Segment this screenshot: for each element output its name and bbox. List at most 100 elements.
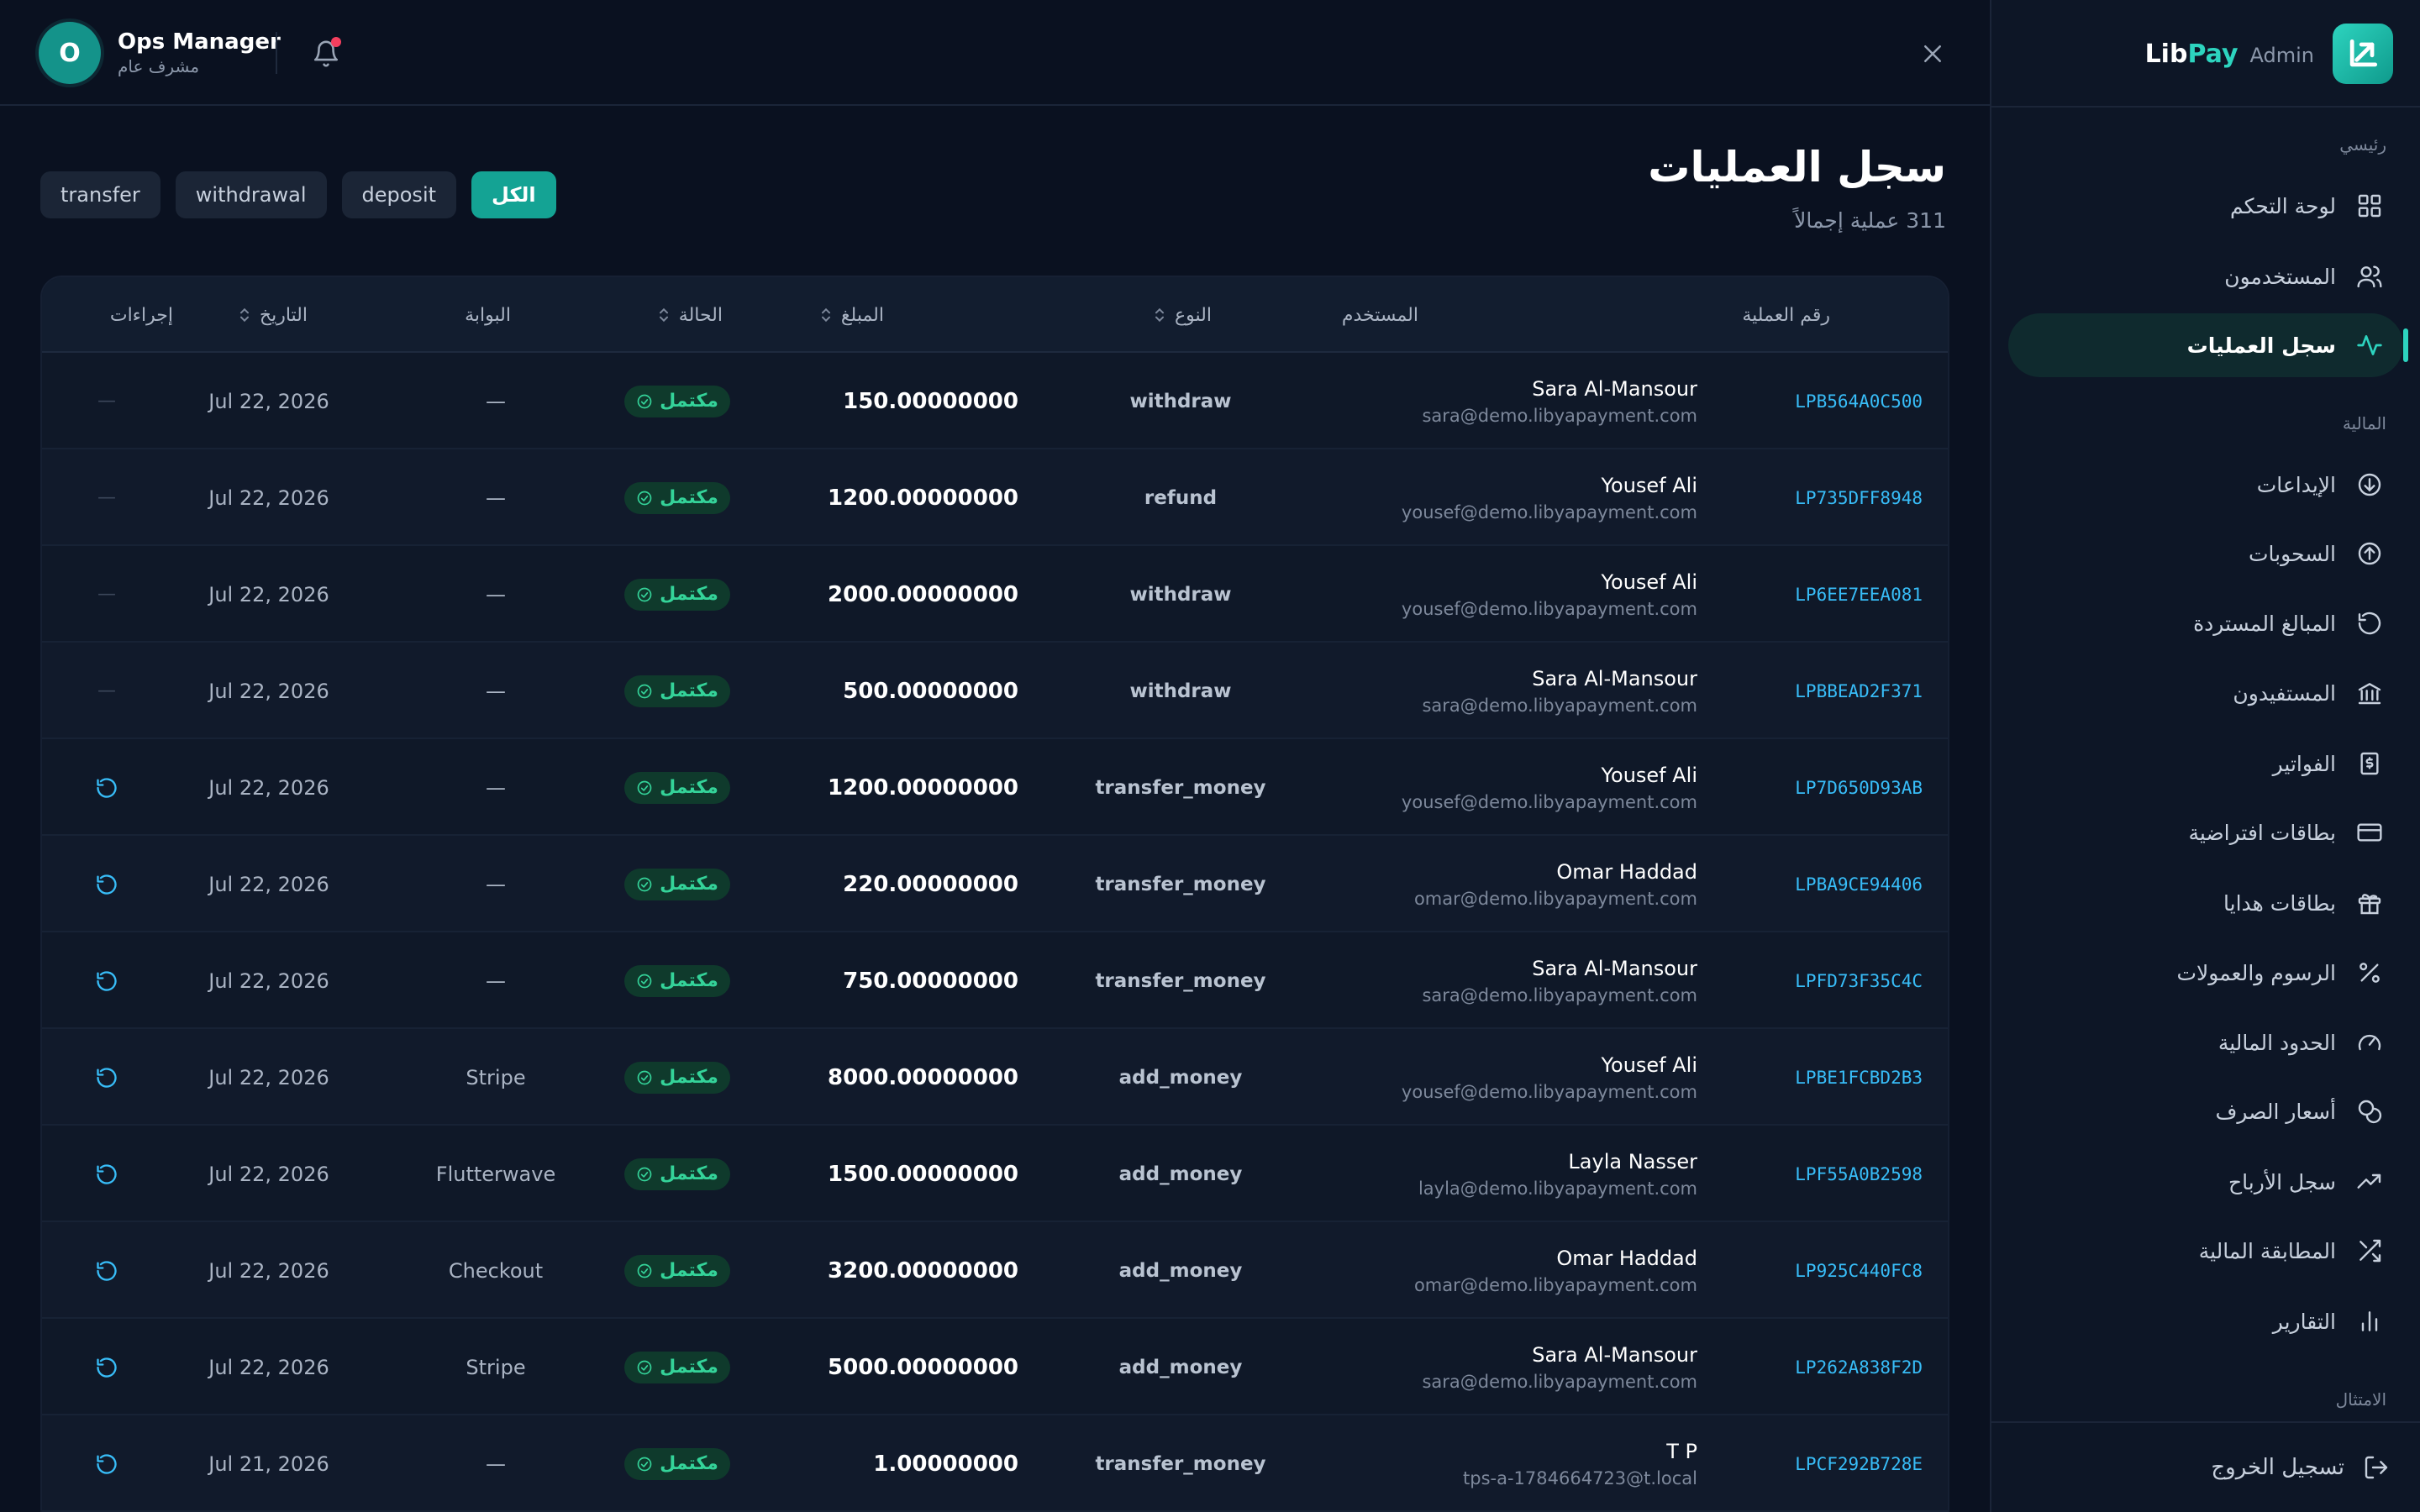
user-menu[interactable]: O Ops Manager مشرف عام [39, 22, 281, 84]
column-label: الحالة [678, 304, 723, 326]
transaction-id-link[interactable]: LPB564A0C500 [1795, 353, 1923, 449]
user-info: Ops Manager مشرف عام [118, 29, 281, 76]
bar-chart-icon [2354, 1306, 2385, 1336]
table-row[interactable]: LP925C440FC8 Omar Haddad omar@demo.libyapa… [42, 1222, 1948, 1319]
column-label: التاريخ [259, 304, 308, 326]
refresh-icon [95, 776, 118, 800]
table-row[interactable]: LPB564A0C500 Sara Al-Mansour sara@demo.lib… [42, 353, 1948, 449]
actions-cell: — [86, 353, 128, 449]
refund-button[interactable] [95, 1259, 118, 1283]
table-row[interactable]: LPBE1FCBD2B3 Yousef Ali yousef@demo.libyap… [42, 1029, 1948, 1126]
column-header-id: رقم العملية [1742, 277, 1830, 353]
table-row[interactable]: LPBBEAD2F371 Sara Al-Mansour sara@demo.lib… [42, 643, 1948, 739]
table-row[interactable]: LPFD73F35C4C Sara Al-Mansour sara@demo.lib… [42, 932, 1948, 1029]
sidebar-item-refunds[interactable]: المبالغ المستردة [2008, 591, 2403, 655]
transaction-id-link[interactable]: LP735DFF8948 [1795, 449, 1923, 546]
table-row[interactable]: LPF55A0B2598 Layla Nasser layla@demo.libya… [42, 1126, 1948, 1222]
transaction-id-link[interactable]: LPF55A0B2598 [1795, 1126, 1923, 1222]
refresh-icon [95, 1259, 118, 1283]
transaction-id-link[interactable]: LPBA9CE94406 [1795, 836, 1923, 932]
filter-deposit[interactable]: deposit [341, 171, 457, 218]
column-header-status[interactable]: الحالة [657, 277, 723, 353]
refund-button[interactable] [95, 969, 118, 993]
sidebar-item-gift-cards[interactable]: بطاقات هدايا [2008, 871, 2403, 935]
close-button[interactable] [1916, 37, 1949, 71]
refund-button[interactable] [95, 1356, 118, 1379]
status-badge: مكتمل [624, 1351, 730, 1383]
check-circle-icon [636, 876, 653, 893]
transaction-amount: 1200.00000000 [828, 774, 1018, 801]
action-empty: — [97, 391, 116, 412]
transaction-date: Jul 22, 2026 [208, 1258, 329, 1283]
table-row[interactable]: LP735DFF8948 Yousef Ali yousef@demo.libyap… [42, 449, 1948, 546]
sidebar-item-profits[interactable]: سجل الأرباح [2008, 1150, 2403, 1214]
transaction-amount: 3200.00000000 [828, 1257, 1018, 1284]
column-header-amount[interactable]: المبلغ [819, 277, 884, 353]
transaction-id-link[interactable]: LPFD73F35C4C [1795, 932, 1923, 1029]
user-email: yousef@demo.libyapayment.com [1401, 501, 1697, 522]
dashboard-icon [2354, 191, 2385, 221]
check-circle-icon [636, 683, 653, 700]
column-header-date[interactable]: التاريخ [238, 277, 308, 353]
sidebar-item-label: المستخدمون [2224, 264, 2336, 289]
sidebar-item-dashboard[interactable]: لوحة التحكم [2008, 174, 2403, 238]
table-row[interactable]: LP7D650D93AB Yousef Ali yousef@demo.libyap… [42, 739, 1948, 836]
sidebar-item-withdrawals[interactable]: السحوبات [2008, 522, 2403, 585]
table-row[interactable]: LP6EE7EEA081 Yousef Ali yousef@demo.libyap… [42, 546, 1948, 643]
sidebar-item-label: سجل الأرباح [2228, 1169, 2336, 1194]
sidebar-item-deposits[interactable]: الإيداعات [2008, 453, 2403, 517]
filter-withdrawal[interactable]: withdrawal [175, 171, 327, 218]
transaction-id-link[interactable]: LPBE1FCBD2B3 [1795, 1029, 1923, 1126]
sidebar-item-label: الفواتير [2272, 751, 2336, 776]
table-row[interactable]: LP262A838F2D Sara Al-Mansour sara@demo.lib… [42, 1319, 1948, 1415]
gateway: — [486, 389, 506, 413]
brand[interactable]: Lib Pay Admin [2145, 22, 2393, 86]
gateway: Stripe [466, 1355, 526, 1379]
user-name: Yousef Ali [1601, 570, 1697, 594]
table-row[interactable]: LPBA9CE94406 Omar Haddad omar@demo.libyapa… [42, 836, 1948, 932]
transaction-id-link[interactable]: LP7D650D93AB [1795, 739, 1923, 836]
user-email: omar@demo.libyapayment.com [1413, 888, 1697, 909]
sort-icon [819, 306, 833, 324]
sidebar-item-users[interactable]: المستخدمون [2008, 244, 2403, 308]
table-row[interactable]: LPCF292B728E T P tps-a-1784664723@t.local t… [42, 1415, 1948, 1512]
actions-cell [86, 1029, 128, 1126]
transaction-id-link[interactable]: LP925C440FC8 [1795, 1222, 1923, 1319]
sidebar-item-transactions[interactable]: سجل العمليات [2008, 313, 2408, 377]
transaction-id-link[interactable]: LPBBEAD2F371 [1795, 643, 1923, 739]
transaction-id-link[interactable]: LPCF292B728E [1795, 1415, 1923, 1512]
transaction-id-link[interactable]: LP262A838F2D [1795, 1319, 1923, 1415]
column-header-type[interactable]: النوع [1153, 277, 1212, 353]
status-label: مكتمل [660, 1163, 718, 1184]
refresh-icon [95, 1356, 118, 1379]
filter-all[interactable]: الكل [471, 171, 556, 218]
card-icon [2354, 817, 2385, 848]
sidebar-item-label: المستفيدون [2233, 680, 2336, 706]
notifications-button[interactable] [306, 34, 346, 74]
status-cell: مكتمل [624, 836, 730, 932]
refund-button[interactable] [95, 776, 118, 800]
sidebar-item-exchange-rates[interactable]: أسعار الصرف [2008, 1079, 2403, 1143]
refund-button[interactable] [95, 1163, 118, 1186]
status-cell: مكتمل [624, 1126, 730, 1222]
transaction-id-link[interactable]: LP6EE7EEA081 [1795, 546, 1923, 643]
refund-button[interactable] [95, 873, 118, 896]
check-circle-icon [636, 1263, 653, 1279]
sidebar-item-reconciliation[interactable]: المطابقة المالية [2008, 1219, 2403, 1283]
sidebar-item-invoices[interactable]: الفواتير [2008, 732, 2403, 795]
sidebar-item-reports[interactable]: التقارير [2008, 1289, 2403, 1353]
status-label: مكتمل [660, 1260, 718, 1281]
refund-button[interactable] [95, 1452, 118, 1476]
sidebar-item-fees[interactable]: الرسوم والعمولات [2008, 941, 2403, 1005]
transaction-date: Jul 22, 2026 [208, 582, 329, 606]
sidebar-item-label: بطاقات هدايا [2223, 890, 2336, 916]
sidebar-item-limits[interactable]: الحدود المالية [2008, 1011, 2403, 1074]
refund-button[interactable] [95, 1066, 118, 1089]
sidebar-item-virtual-cards[interactable]: بطاقات افتراضية [2008, 801, 2403, 864]
logout-button[interactable]: تسجيل الخروج [2211, 1438, 2390, 1497]
filter-transfer[interactable]: transfer [40, 171, 160, 218]
sidebar-item-beneficiaries[interactable]: المستفيدون [2008, 661, 2403, 725]
refresh-icon [95, 1163, 118, 1186]
percent-icon [2354, 958, 2385, 988]
status-label: مكتمل [660, 391, 718, 412]
